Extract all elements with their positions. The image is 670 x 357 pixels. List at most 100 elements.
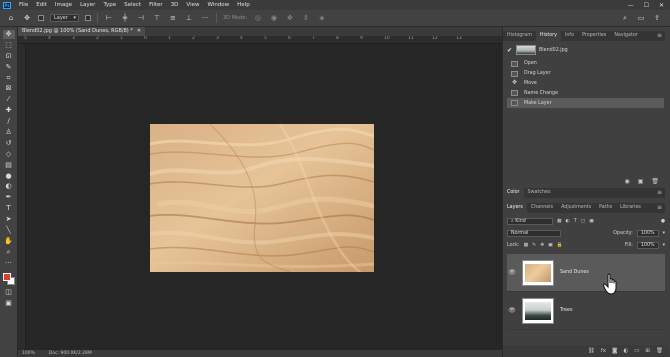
tab-layers[interactable]: Layers (503, 203, 527, 213)
visibility-eye-icon[interactable]: 👁 (507, 307, 517, 314)
fill-dropdown-icon[interactable]: ▾ (663, 243, 665, 248)
history-state[interactable]: Open (507, 59, 664, 69)
quick-selection-tool-icon[interactable]: ✎ (3, 63, 15, 72)
minimize-button[interactable]: — (628, 2, 634, 9)
more-tools-icon[interactable]: ··· (3, 259, 15, 268)
tab-swatches[interactable]: Swatches (524, 188, 555, 198)
lasso-tool-icon[interactable]: ᘏ (3, 52, 15, 61)
blur-tool-icon[interactable]: ● (3, 172, 15, 181)
foreground-color-swatch[interactable] (2, 272, 11, 281)
lock-position-icon[interactable]: ✥ (540, 243, 544, 248)
crop-tool-icon[interactable]: ⌗ (3, 74, 15, 83)
healing-brush-tool-icon[interactable]: ✚ (3, 106, 15, 115)
tab-info[interactable]: Info (561, 31, 578, 41)
workspace-icon[interactable]: ▭ (636, 14, 646, 23)
snapshot-from-state-icon[interactable]: ◉ (624, 178, 629, 185)
menu-layer[interactable]: Layer (76, 2, 99, 8)
search-icon[interactable]: ⌕ (620, 14, 630, 23)
menu-edit[interactable]: Edit (32, 2, 51, 8)
photoshop-logo[interactable]: Ps (3, 1, 11, 9)
quick-mask-icon[interactable]: ◫ (3, 288, 15, 297)
close-window-button[interactable]: ✕ (659, 2, 664, 9)
brush-tool-icon[interactable]: / (3, 117, 15, 126)
smart-object-filter-icon[interactable]: ▣ (589, 219, 594, 224)
adjustment-filter-icon[interactable]: ◐ (566, 219, 570, 224)
menu-file[interactable]: File (15, 2, 32, 8)
zoom-level[interactable]: 100% (22, 351, 35, 356)
history-snapshot[interactable]: ✔ Blend02.jpg (507, 44, 664, 56)
3d-orbit-icon[interactable]: ◎ (253, 14, 263, 23)
layer-thumbnail[interactable] (522, 259, 554, 286)
add-mask-icon[interactable]: ◙ (612, 348, 617, 354)
layer-filter-dropdown[interactable]: ⌕ Kind (507, 218, 553, 225)
hand-tool-icon[interactable]: ✋ (3, 237, 15, 246)
tab-histogram[interactable]: Histogram (503, 31, 536, 41)
link-layers-icon[interactable]: ⛓ (588, 348, 595, 354)
line-tool-icon[interactable]: ╲ (3, 226, 15, 235)
layer-row[interactable]: 👁 Sand Dunes (507, 254, 665, 292)
history-state[interactable]: ✥ Move (507, 79, 664, 89)
history-state-selected[interactable]: Make Layer (507, 98, 664, 108)
layer-style-icon[interactable]: fx (601, 348, 606, 354)
align-left-icon[interactable]: ⊢ (104, 14, 114, 23)
menu-window[interactable]: Window (203, 2, 233, 8)
tab-navigator[interactable]: Navigator (610, 31, 641, 41)
lock-image-icon[interactable]: ✎ (532, 243, 536, 248)
zoom-tool-icon[interactable]: ⌕ (3, 248, 15, 257)
maximize-button[interactable]: ☐ (644, 2, 649, 9)
blend-mode-dropdown[interactable]: Normal (507, 230, 561, 237)
tab-paths[interactable]: Paths (595, 203, 616, 213)
lock-all-icon[interactable]: 🔒 (557, 243, 563, 248)
shape-filter-icon[interactable]: ▢ (581, 219, 586, 224)
tab-adjustments[interactable]: Adjustments (557, 203, 595, 213)
menu-select[interactable]: Select (120, 2, 145, 8)
3d-slide-icon[interactable]: ⇕ (301, 14, 311, 23)
opacity-input[interactable]: 100% (636, 230, 659, 237)
new-layer-icon[interactable]: ⊞ (645, 348, 650, 354)
color-swatches[interactable] (2, 272, 16, 286)
layer-name[interactable]: Trees (560, 308, 573, 313)
lock-transparent-icon[interactable]: ▦ (524, 243, 529, 248)
3d-roll-icon[interactable]: ◉ (269, 14, 279, 23)
layer-thumbnail[interactable] (522, 297, 554, 324)
layer-name[interactable]: Sand Dunes (560, 270, 589, 275)
tab-history[interactable]: History (535, 31, 561, 41)
share-icon[interactable]: ⇪ (652, 14, 662, 23)
type-tool-icon[interactable]: T (3, 204, 15, 213)
move-tool-preset-icon[interactable]: ✥ (22, 14, 32, 23)
canvas-area[interactable] (26, 44, 502, 350)
tab-libraries[interactable]: Libraries (616, 203, 645, 213)
panel-menu-icon[interactable]: ≡ (657, 31, 665, 41)
history-state[interactable]: Name Change (507, 88, 664, 98)
history-state[interactable]: Drag Layer (507, 69, 664, 79)
marquee-tool-icon[interactable]: ⬚ (3, 41, 15, 50)
tab-channels[interactable]: Channels (527, 203, 557, 213)
document-tab[interactable]: Blend02.jpg @ 100% (Sand Dunes, RGB/8) *… (18, 27, 146, 36)
menu-help[interactable]: Help (233, 2, 254, 8)
visibility-eye-icon[interactable]: 👁 (507, 269, 517, 276)
sand-dunes-image[interactable] (150, 124, 374, 272)
align-center-icon[interactable]: ╪ (120, 14, 130, 23)
align-bottom-icon[interactable]: ⊥ (184, 14, 194, 23)
adjustment-layer-icon[interactable]: ◐ (623, 348, 628, 354)
panel-menu-icon[interactable]: ≡ (657, 203, 665, 213)
move-tool-icon[interactable]: ✥ (2, 30, 15, 39)
menu-3d[interactable]: 3D (167, 2, 183, 8)
opacity-dropdown-icon[interactable]: ▾ (663, 231, 665, 236)
history-brush-tool-icon[interactable]: ↺ (3, 139, 15, 148)
more-options-icon[interactable]: ··· (200, 14, 210, 23)
auto-select-checkbox[interactable] (38, 15, 44, 21)
new-snapshot-icon[interactable]: ▣ (638, 178, 644, 185)
eyedropper-tool-icon[interactable]: ⁄ (3, 95, 15, 104)
clone-stamp-tool-icon[interactable]: ♙ (3, 128, 15, 137)
pen-tool-icon[interactable]: ✒ (3, 193, 15, 202)
align-middle-icon[interactable]: ≡ (168, 14, 178, 23)
close-tab-icon[interactable]: ✕ (137, 27, 141, 36)
menu-filter[interactable]: Filter (145, 2, 167, 8)
lock-artboard-icon[interactable]: ▣ (548, 243, 553, 248)
filter-toggle-icon[interactable]: ● (661, 219, 665, 224)
3d-pan-icon[interactable]: ✥ (285, 14, 295, 23)
gradient-tool-icon[interactable]: ▤ (3, 161, 15, 170)
transform-controls-checkbox[interactable] (84, 15, 91, 21)
pixel-filter-icon[interactable]: ▦ (557, 219, 562, 224)
